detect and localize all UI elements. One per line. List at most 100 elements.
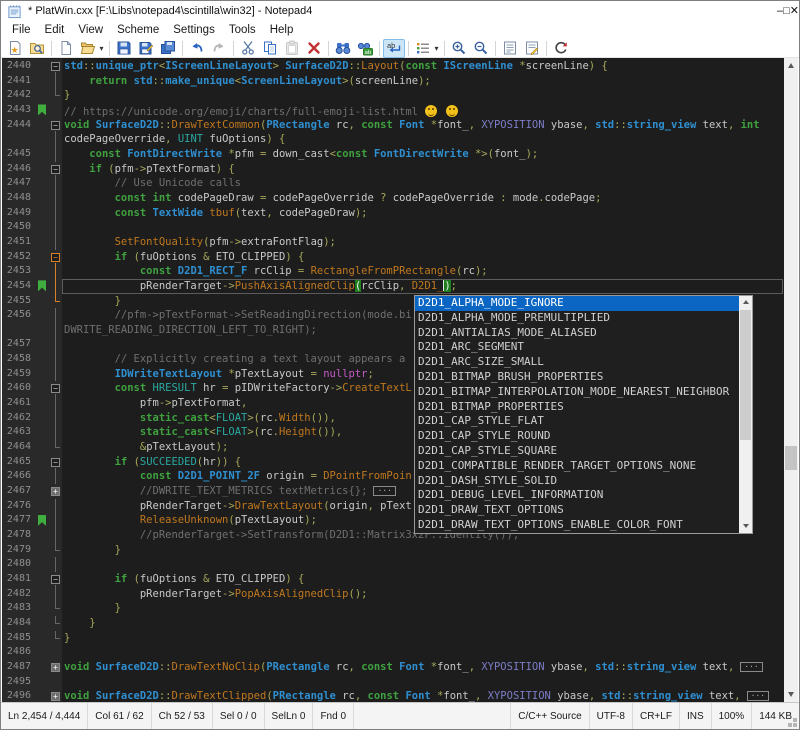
- fold-margin[interactable]: [49, 206, 62, 221]
- status-line[interactable]: Ln 2,454 / 4,444: [1, 703, 88, 729]
- line-number[interactable]: 2477: [2, 513, 36, 528]
- code-line[interactable]: 2482 pRenderTarget->PopAxisAlignedClip()…: [2, 587, 784, 602]
- status-zoom[interactable]: 100%: [711, 703, 752, 729]
- bookmark-margin[interactable]: [36, 220, 49, 235]
- autocomplete-item[interactable]: D2D1_CAP_STYLE_ROUND: [415, 429, 739, 444]
- popup-scrollbar-thumb[interactable]: [740, 310, 751, 440]
- fold-margin[interactable]: [49, 513, 62, 528]
- code-line[interactable]: 2445 const FontDirectWrite *pfm = down_c…: [2, 147, 784, 162]
- open-file-button[interactable]: [77, 39, 99, 58]
- bookmark-margin[interactable]: [36, 513, 49, 528]
- status-find-count[interactable]: Fnd 0: [313, 703, 354, 729]
- status-eol[interactable]: CR+LF: [632, 703, 679, 729]
- bookmark-margin[interactable]: [36, 176, 49, 191]
- editor-vertical-scrollbar[interactable]: [784, 58, 798, 702]
- fold-margin[interactable]: [49, 337, 62, 352]
- code-line[interactable]: 2484 }: [2, 616, 784, 631]
- autocomplete-item[interactable]: D2D1_CAP_STYLE_SQUARE: [415, 444, 739, 459]
- resize-grip[interactable]: [793, 723, 797, 727]
- fold-expand-icon[interactable]: +: [51, 487, 60, 496]
- code-line[interactable]: 2483 }: [2, 601, 784, 616]
- bookmark-margin[interactable]: [36, 587, 49, 602]
- code-line[interactable]: codePageOverride, UINT fuOptions) {: [2, 132, 784, 147]
- bookmark-margin[interactable]: [36, 660, 49, 675]
- autocomplete-item[interactable]: D2D1_CAP_STYLE_FLAT: [415, 414, 739, 429]
- fold-margin[interactable]: [49, 425, 62, 440]
- undo-button[interactable]: [186, 39, 208, 58]
- menu-file[interactable]: File: [5, 21, 38, 39]
- bookmark-margin[interactable]: [36, 367, 49, 382]
- fold-margin[interactable]: [49, 235, 62, 250]
- bookmark-margin[interactable]: [36, 425, 49, 440]
- code-line[interactable]: 2441 return std::make_unique<ScreenLineL…: [2, 74, 784, 89]
- replace-button[interactable]: ab: [354, 39, 376, 58]
- bookmark-margin[interactable]: [36, 689, 49, 702]
- menu-tools[interactable]: Tools: [222, 21, 263, 39]
- code-line[interactable]: 2480: [2, 557, 784, 572]
- folded-text-box[interactable]: ···: [740, 662, 762, 672]
- line-number[interactable]: 2457: [2, 337, 36, 352]
- fold-margin[interactable]: [49, 279, 62, 294]
- line-number[interactable]: 2467: [2, 484, 36, 499]
- fold-margin[interactable]: +: [49, 484, 62, 499]
- code-line[interactable]: 2487+void SurfaceD2D::DrawTextNoClip(PRe…: [2, 660, 784, 675]
- find-button[interactable]: [332, 39, 354, 58]
- line-number[interactable]: 2452: [2, 250, 36, 265]
- line-number[interactable]: 2455: [2, 294, 36, 309]
- scrollbar-thumb[interactable]: [785, 446, 797, 470]
- code-line[interactable]: 2444−void SurfaceD2D::DrawTextCommon(PRe…: [2, 118, 784, 133]
- fold-margin[interactable]: +: [49, 660, 62, 675]
- code-line[interactable]: 2485}: [2, 631, 784, 646]
- cut-button[interactable]: [237, 39, 259, 58]
- save-button[interactable]: [113, 39, 135, 58]
- fold-margin[interactable]: −: [49, 59, 62, 74]
- line-number[interactable]: 2447: [2, 176, 36, 191]
- fold-margin[interactable]: [49, 440, 62, 455]
- autocomplete-item[interactable]: D2D1_DEBUG_LEVEL_INFORMATION: [415, 488, 739, 503]
- line-number[interactable]: 2458: [2, 352, 36, 367]
- autocomplete-item[interactable]: D2D1_ARC_SIZE_SMALL: [415, 355, 739, 370]
- line-number[interactable]: 2484: [2, 616, 36, 631]
- status-encoding[interactable]: UTF-8: [589, 703, 632, 729]
- folded-text-box[interactable]: ···: [747, 691, 769, 701]
- fold-margin[interactable]: [49, 88, 62, 103]
- status-selected-lines[interactable]: SelLn 0: [265, 703, 314, 729]
- bookmark-margin[interactable]: [36, 645, 49, 660]
- autocomplete-item[interactable]: D2D1_DRAW_TEXT_OPTIONS: [415, 503, 739, 518]
- bookmark-margin[interactable]: [36, 631, 49, 646]
- fold-margin[interactable]: [49, 557, 62, 572]
- doc-star-button[interactable]: ★: [4, 39, 26, 58]
- fold-margin[interactable]: −: [49, 381, 62, 396]
- line-number[interactable]: 2460: [2, 381, 36, 396]
- status-column[interactable]: Col 61 / 62: [88, 703, 151, 729]
- fold-margin[interactable]: −: [49, 250, 62, 265]
- popup-scroll-up-icon[interactable]: [739, 296, 752, 309]
- bookmark-margin[interactable]: [36, 147, 49, 162]
- fold-margin[interactable]: [49, 74, 62, 89]
- line-number[interactable]: 2466: [2, 469, 36, 484]
- line-number[interactable]: 2463: [2, 425, 36, 440]
- fold-margin[interactable]: [49, 631, 62, 646]
- zoom-in-button[interactable]: [448, 39, 470, 58]
- line-number[interactable]: 2478: [2, 528, 36, 543]
- status-scheme[interactable]: C/C++ Source: [510, 703, 588, 729]
- line-number[interactable]: 2440: [2, 59, 36, 74]
- fold-margin[interactable]: +: [49, 689, 62, 702]
- paste-button[interactable]: [281, 39, 303, 58]
- bookmark-margin[interactable]: [36, 206, 49, 221]
- bookmark-margin[interactable]: [36, 572, 49, 587]
- line-number[interactable]: 2482: [2, 587, 36, 602]
- fold-margin[interactable]: [49, 675, 62, 690]
- line-number[interactable]: 2450: [2, 220, 36, 235]
- line-number[interactable]: [2, 132, 36, 147]
- fold-margin[interactable]: [49, 308, 62, 323]
- fold-margin[interactable]: −: [49, 118, 62, 133]
- menu-settings[interactable]: Settings: [166, 21, 222, 39]
- code-line[interactable]: 2452− if (fuOptions & ETO_CLIPPED) {: [2, 250, 784, 265]
- bookmark-margin[interactable]: [36, 103, 49, 118]
- line-number[interactable]: 2464: [2, 440, 36, 455]
- fold-collapse-icon[interactable]: −: [51, 253, 60, 262]
- line-number[interactable]: 2481: [2, 572, 36, 587]
- bookmark-margin[interactable]: [36, 279, 49, 294]
- autocomplete-item[interactable]: D2D1_ANTIALIAS_MODE_ALIASED: [415, 326, 739, 341]
